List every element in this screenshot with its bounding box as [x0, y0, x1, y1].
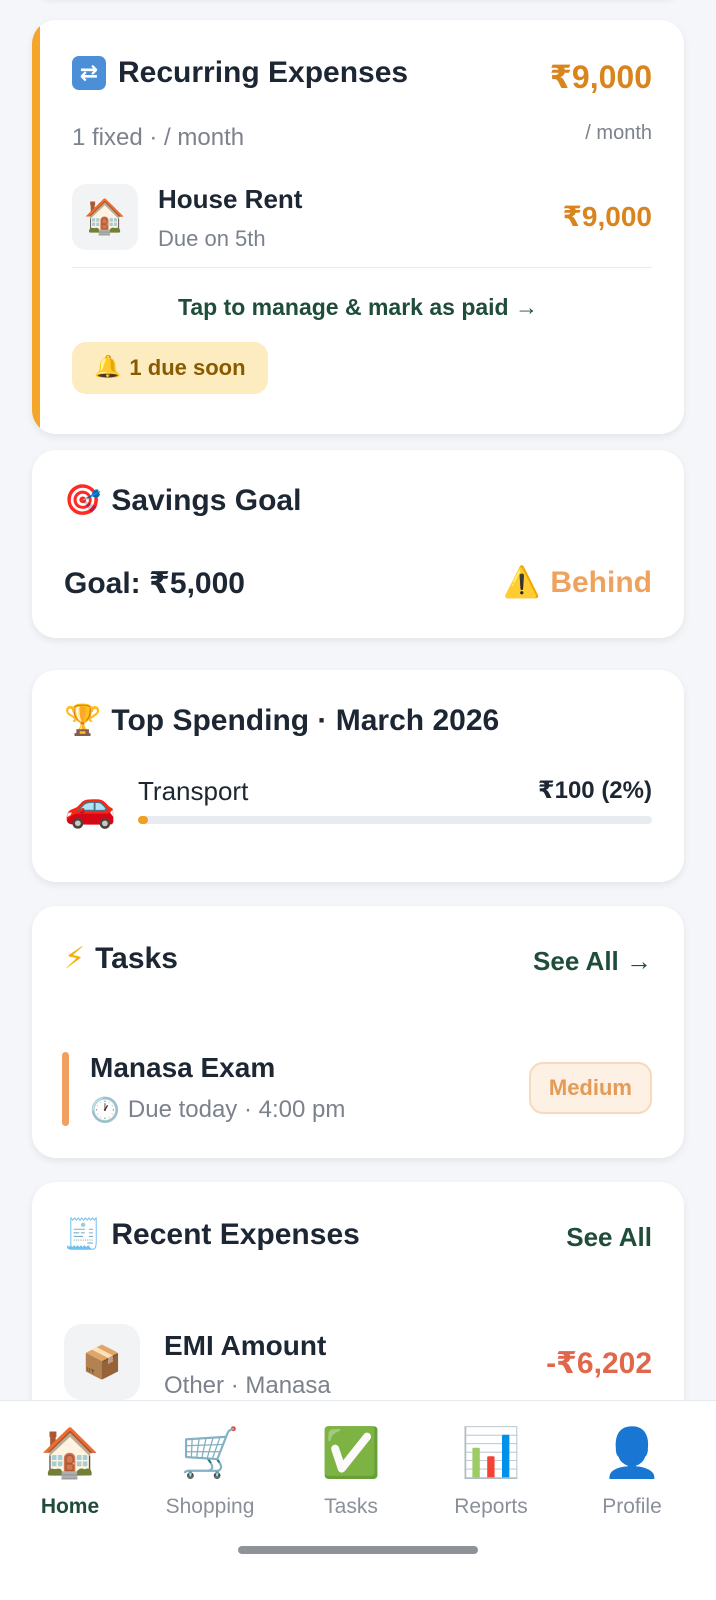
expense-name[interactable]: EMI Amount: [164, 1330, 326, 1362]
top-spending-card[interactable]: 🏆 Top Spending · March 2026 🚗 Transport …: [32, 670, 684, 882]
warning-icon: ⚠️: [502, 565, 541, 600]
package-icon: 📦: [64, 1324, 140, 1400]
nav-home-label: Home: [40, 1495, 100, 1518]
lightning-icon: ⚡: [64, 941, 86, 976]
task-priority-badge: Medium: [528, 1062, 652, 1114]
tasks-title: Tasks: [95, 942, 178, 975]
manage-recurring-link[interactable]: Tap to manage & mark as paid →: [32, 294, 684, 321]
nav-home[interactable]: 🏠 Home: [0, 1425, 140, 1519]
receipt-icon: 🧾: [64, 1217, 102, 1252]
nav-shopping-label: Shopping: [165, 1495, 255, 1518]
category-progress-track: [138, 816, 652, 824]
recurring-subtitle: 1 fixed · / month: [72, 124, 245, 151]
due-soon-badge[interactable]: 🔔 1 due soon: [72, 342, 268, 394]
top-spending-header: 🏆 Top Spending · March 2026: [64, 704, 499, 738]
recent-expenses-header: 🧾 Recent Expenses: [64, 1218, 360, 1252]
home-scroll-area[interactable]: ⇄ Recurring Expenses 1 fixed · / month ₹…: [0, 0, 716, 1428]
bar-chart-icon: 📊: [461, 1425, 521, 1481]
recurring-total: ₹9,000: [549, 59, 652, 95]
repeat-arrows-icon: ⇄: [72, 56, 106, 90]
bottom-navigation: 🏠 Home 🛒 Shopping ✅ Tasks 📊 Reports 👤 Pr…: [0, 1400, 716, 1600]
task-name[interactable]: Manasa Exam: [90, 1052, 275, 1084]
category-value: ₹100 (2%): [537, 777, 652, 804]
nav-shopping[interactable]: 🛒 Shopping: [140, 1425, 280, 1519]
top-spending-title: Top Spending · March 2026: [111, 704, 500, 737]
task-due: 🕐 Due today · 4:00 pm: [90, 1096, 345, 1124]
car-icon: 🚗: [64, 781, 117, 830]
trophy-icon: 🏆: [64, 703, 102, 738]
recurring-header: ⇄ Recurring Expenses: [72, 56, 408, 90]
clock-icon: 🕐: [90, 1096, 120, 1124]
savings-status-label: Behind: [550, 566, 652, 599]
savings-goal-amount: Goal: ₹5,000: [64, 567, 245, 600]
savings-header: 🎯 Savings Goal: [64, 484, 301, 518]
nav-profile[interactable]: 👤 Profile: [562, 1425, 702, 1519]
expense-amount: -₹6,202: [546, 1347, 652, 1380]
expense-meta: Other · Manasa: [164, 1372, 331, 1399]
recurring-title: Recurring Expenses: [118, 56, 409, 89]
shopping-cart-icon: 🛒: [180, 1425, 240, 1481]
tasks-see-all-link[interactable]: See All →: [533, 946, 652, 977]
tasks-header: ⚡ Tasks: [64, 942, 178, 976]
nav-tasks[interactable]: ✅ Tasks: [281, 1425, 421, 1519]
target-icon: 🎯: [64, 483, 102, 518]
savings-goal-card[interactable]: 🎯 Savings Goal Goal: ₹5,000 ⚠️ Behind: [32, 450, 684, 638]
savings-status: ⚠️ Behind: [503, 566, 652, 600]
recurring-expenses-card[interactable]: ⇄ Recurring Expenses 1 fixed · / month ₹…: [32, 20, 684, 434]
recent-expenses-see-all-link[interactable]: See All: [566, 1222, 652, 1253]
nav-tasks-label: Tasks: [324, 1495, 378, 1518]
due-soon-label: 1 due soon: [129, 355, 246, 380]
card-accent-bar: [32, 20, 40, 434]
check-box-icon: ✅: [321, 1425, 381, 1481]
house-icon: 🏠: [72, 184, 138, 250]
house-icon: 🏠: [40, 1425, 100, 1481]
category-name: Transport: [138, 776, 249, 806]
divider: [72, 267, 652, 268]
nav-reports-label: Reports: [454, 1495, 528, 1518]
nav-profile-label: Profile: [602, 1495, 662, 1518]
bell-icon: 🔔: [94, 355, 122, 380]
category-progress-fill: [138, 816, 149, 824]
recurring-item-amount: ₹9,000: [562, 201, 652, 232]
recent-expenses-card[interactable]: 🧾 Recent Expenses See All 📦 EMI Amount O…: [32, 1182, 684, 1428]
savings-title: Savings Goal: [111, 484, 302, 517]
nav-reports[interactable]: 📊 Reports: [421, 1425, 561, 1519]
task-priority-bar: [62, 1052, 69, 1126]
recurring-item-name: House Rent: [158, 184, 303, 214]
recurring-period: / month: [585, 122, 652, 144]
task-due-label: Due today · 4:00 pm: [127, 1096, 346, 1123]
home-indicator[interactable]: [238, 1546, 478, 1554]
recurring-item-due: Due on 5th: [158, 226, 266, 251]
recent-expenses-title: Recent Expenses: [111, 1218, 360, 1251]
person-icon: 👤: [602, 1425, 662, 1481]
tasks-card[interactable]: ⚡ Tasks See All → Manasa Exam 🕐 Due toda…: [32, 906, 684, 1158]
